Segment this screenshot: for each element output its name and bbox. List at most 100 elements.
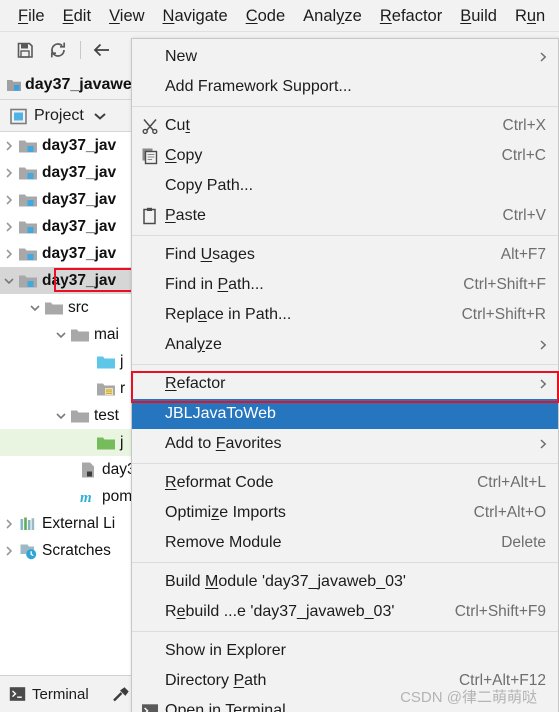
source-folder-icon xyxy=(96,353,116,371)
tree-row-label: day37_jav xyxy=(42,271,117,289)
context-menu-item[interactable]: Rebuild ...e 'day37_javaweb_03' Ctrl+Shif… xyxy=(132,597,558,627)
test-source-folder-icon xyxy=(96,434,116,452)
module-folder-icon xyxy=(18,218,38,236)
folder-icon xyxy=(44,299,64,317)
context-menu-item-label: Paste xyxy=(165,207,206,224)
context-menu-item-label: Analyze xyxy=(165,336,222,353)
menu-separator xyxy=(132,106,558,107)
context-menu-item-shortcut: Ctrl+Alt+L xyxy=(477,474,546,491)
tree-row-label: day37_jav xyxy=(42,136,117,154)
menu-analyze[interactable]: Analyze xyxy=(294,6,371,26)
paste-icon xyxy=(141,207,165,225)
chevron-down-icon[interactable] xyxy=(52,410,70,422)
context-menu-item-shortcut: Ctrl+Shift+F9 xyxy=(454,603,546,620)
module-folder-icon xyxy=(18,191,38,209)
chevron-down-icon[interactable] xyxy=(52,329,70,341)
context-menu-item-label: Find Usages xyxy=(165,246,255,263)
context-menu-item[interactable]: New xyxy=(132,42,558,72)
menu-build[interactable]: Build xyxy=(451,6,506,26)
context-menu-item[interactable]: Add to Favorites xyxy=(132,429,558,459)
context-menu-item-label: Copy Path... xyxy=(165,177,254,194)
module-folder-icon xyxy=(18,272,38,290)
chevron-right-icon[interactable] xyxy=(0,221,18,233)
iml-file-icon xyxy=(78,461,98,479)
back-arrow-icon[interactable] xyxy=(89,38,115,62)
context-menu-item[interactable]: Add Framework Support... xyxy=(132,72,558,102)
submenu-chevron-right-icon xyxy=(538,369,549,399)
tree-row-label: j xyxy=(120,352,124,370)
context-menu-item[interactable]: Find in Path... Ctrl+Shift+F xyxy=(132,270,558,300)
tree-row-label: day37_jav xyxy=(42,244,117,262)
chevron-right-icon[interactable] xyxy=(0,194,18,206)
submenu-chevron-right-icon xyxy=(538,330,549,360)
csdn-watermark: CSDN @律二萌萌哒 xyxy=(400,689,537,706)
context-menu-item-shortcut: Ctrl+Shift+R xyxy=(461,306,546,323)
tree-row-label: External Li xyxy=(42,514,116,532)
save-icon[interactable] xyxy=(12,38,38,62)
chevron-down-icon[interactable] xyxy=(0,275,18,287)
menu-file[interactable]: File xyxy=(9,6,54,26)
scratches-icon xyxy=(18,542,38,560)
context-menu-item-label: Add Framework Support... xyxy=(165,78,352,95)
tree-row-label: r xyxy=(120,379,126,397)
menu-separator xyxy=(132,631,558,632)
context-menu-item-shortcut: Delete xyxy=(501,534,546,551)
maven-icon: m xyxy=(78,488,98,506)
tree-row-label: day37_jav xyxy=(42,163,117,181)
menu-navigate[interactable]: Navigate xyxy=(154,6,237,26)
chevron-down-icon[interactable] xyxy=(93,111,107,121)
menu-refactor[interactable]: Refactor xyxy=(371,6,451,26)
context-menu-item-label: Cut xyxy=(165,117,190,134)
refresh-icon[interactable] xyxy=(45,38,71,62)
submenu-chevron-right-icon xyxy=(538,42,549,72)
chevron-right-icon[interactable] xyxy=(0,140,18,152)
context-menu-item-label: New xyxy=(165,48,198,65)
chevron-right-icon[interactable] xyxy=(0,545,18,557)
toolbar-divider xyxy=(80,41,81,59)
context-menu-item-label: Rebuild ...e 'day37_javaweb_03' xyxy=(165,603,395,620)
context-menu-item[interactable]: Build Module 'day37_javaweb_03' xyxy=(132,567,558,597)
tree-row-label: src xyxy=(68,298,89,316)
menu-too[interactable]: Too xyxy=(554,6,559,26)
submenu-chevron-right-icon xyxy=(538,429,549,459)
tree-row-label: day37_jav xyxy=(42,217,117,235)
context-menu-item-label: Show in Explorer xyxy=(165,642,286,659)
module-folder-icon xyxy=(18,137,38,155)
module-folder-icon xyxy=(18,164,38,182)
context-menu-item[interactable]: Paste Ctrl+V xyxy=(132,201,558,231)
folder-icon xyxy=(70,407,90,425)
chevron-down-icon[interactable] xyxy=(26,302,44,314)
chevron-right-icon[interactable] xyxy=(0,518,18,530)
context-menu-item[interactable]: Find Usages Alt+F7 xyxy=(132,240,558,270)
menu-code[interactable]: Code xyxy=(237,6,294,26)
context-menu[interactable]: New Add Framework Support... Cut Ctrl+X Copy… xyxy=(131,38,559,712)
context-menu-item[interactable]: Analyze xyxy=(132,330,558,360)
resource-folder-icon xyxy=(96,380,116,398)
chevron-right-icon[interactable] xyxy=(0,167,18,179)
context-menu-item-label: Optimize Imports xyxy=(165,504,286,521)
menu-run[interactable]: Run xyxy=(506,6,554,26)
menu-view[interactable]: View xyxy=(100,6,153,26)
context-menu-item-label: JBLJavaToWeb xyxy=(165,405,276,422)
context-menu-item[interactable]: Replace in Path... Ctrl+Shift+R xyxy=(132,300,558,330)
context-menu-item[interactable]: Refactor xyxy=(132,369,558,399)
context-menu-item[interactable]: Remove Module Delete xyxy=(132,528,558,558)
project-panel-title: Project xyxy=(34,107,84,124)
context-menu-item[interactable]: Copy Ctrl+C xyxy=(132,141,558,171)
context-menu-item[interactable]: Reformat Code Ctrl+Alt+L xyxy=(132,468,558,498)
idea-window: File Edit View Navigate Code Analyze Refactor B… xyxy=(0,0,559,712)
chevron-right-icon[interactable] xyxy=(0,248,18,260)
context-menu-item[interactable]: Copy Path... xyxy=(132,171,558,201)
folder-icon xyxy=(70,326,90,344)
context-menu-item[interactable]: Cut Ctrl+X xyxy=(132,111,558,141)
context-menu-item-shortcut: Ctrl+X xyxy=(502,117,547,134)
build-tool-button[interactable] xyxy=(111,685,131,703)
project-icon xyxy=(10,108,27,125)
context-menu-item[interactable]: JBLJavaToWeb xyxy=(132,399,558,429)
tree-row-label: j xyxy=(120,433,124,451)
context-menu-item[interactable]: Optimize Imports Ctrl+Alt+O xyxy=(132,498,558,528)
copy-icon xyxy=(141,147,165,165)
context-menu-item[interactable]: Show in Explorer xyxy=(132,636,558,666)
menu-edit[interactable]: Edit xyxy=(54,6,100,26)
terminal-tool-button[interactable]: Terminal xyxy=(9,686,89,703)
